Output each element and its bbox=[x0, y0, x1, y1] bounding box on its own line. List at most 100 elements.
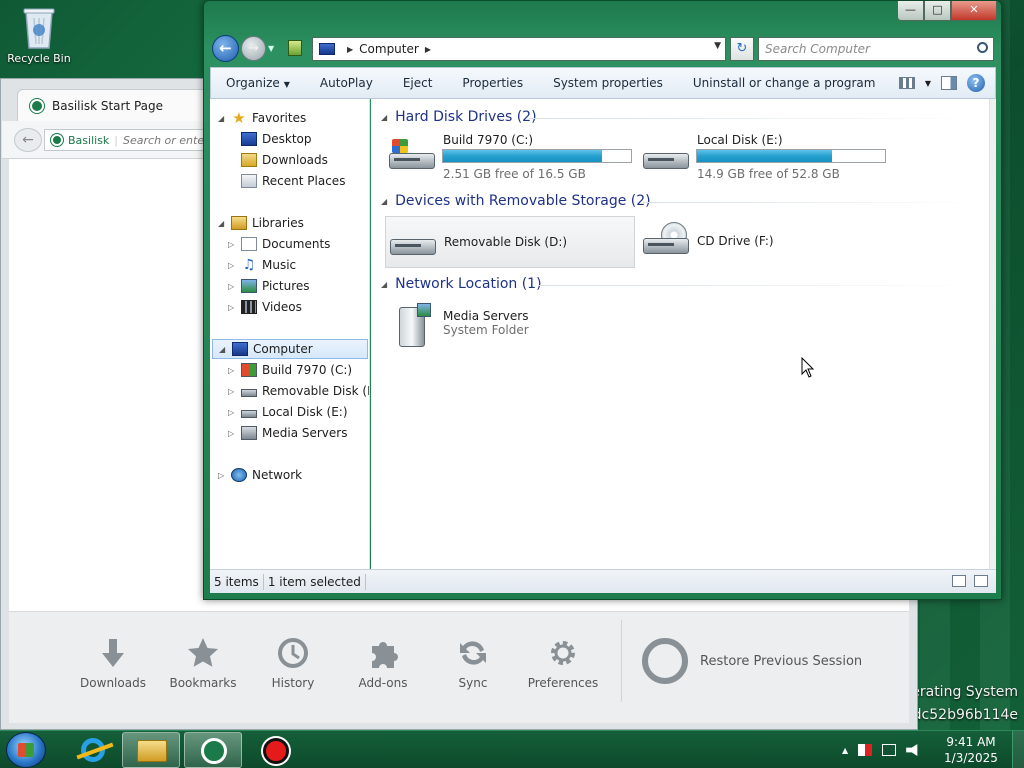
tree-documents[interactable]: ▷ Documents bbox=[228, 234, 330, 254]
organize-button[interactable]: Organize ▼ bbox=[211, 76, 305, 90]
start-button[interactable] bbox=[6, 732, 46, 768]
launcher-sync-button[interactable]: Sync bbox=[428, 636, 518, 690]
tree-media-servers[interactable]: ▷ Media Servers bbox=[228, 423, 347, 443]
restore-session-button[interactable]: Restore Previous Session bbox=[621, 620, 862, 702]
explorer-window[interactable]: — □ ✕ ← → ▼ ▶ Computer ▶ ▼ ↻ Search Comp… bbox=[203, 0, 1002, 600]
launcher-bookmarks-button[interactable]: Bookmarks bbox=[158, 636, 248, 690]
drive-e-item[interactable]: Local Disk (E:) 14.9 GB free of 52.8 GB bbox=[639, 131, 889, 183]
show-hidden-icons-button[interactable]: ▲ bbox=[842, 746, 848, 755]
tree-collapsed-icon[interactable]: ▷ bbox=[228, 261, 238, 270]
eject-button[interactable]: Eject bbox=[388, 76, 448, 90]
launcher-history-button[interactable]: History bbox=[248, 636, 338, 690]
tree-videos[interactable]: ▷ Videos bbox=[228, 297, 302, 317]
record-icon bbox=[263, 738, 289, 764]
tree-desktop[interactable]: Desktop bbox=[228, 129, 312, 149]
breadcrumb-computer[interactable]: Computer bbox=[359, 42, 419, 56]
close-button[interactable]: ✕ bbox=[951, 1, 997, 21]
recycle-bin-label: Recycle Bin bbox=[7, 52, 71, 65]
tree-collapsed-icon[interactable]: ▷ bbox=[228, 408, 238, 417]
tree-expanded-icon[interactable]: ◢ bbox=[218, 219, 228, 228]
tree-collapsed-icon[interactable]: ▷ bbox=[228, 303, 238, 312]
launcher-preferences-button[interactable]: Preferences bbox=[518, 636, 608, 690]
group-header-network[interactable]: ◢ Network Location (1) bbox=[381, 274, 542, 294]
change-view-icon[interactable] bbox=[898, 77, 915, 89]
group-header-hdd[interactable]: ◢ Hard Disk Drives (2) bbox=[381, 107, 537, 127]
taskbar-ie-button[interactable] bbox=[62, 732, 120, 768]
tree-collapsed-icon[interactable]: ▷ bbox=[228, 240, 238, 249]
volume-icon[interactable] bbox=[906, 744, 918, 756]
drive-name: Build 7970 (C:) bbox=[443, 133, 534, 147]
address-dropdown-icon[interactable]: ▼ bbox=[714, 41, 721, 51]
tree-recent-places[interactable]: Recent Places bbox=[228, 171, 345, 191]
tree-pictures[interactable]: ▷ Pictures bbox=[228, 276, 310, 296]
tree-collapsed-icon[interactable]: ▷ bbox=[228, 282, 238, 291]
hard-drive-icon bbox=[241, 409, 257, 418]
tree-label: Libraries bbox=[252, 216, 304, 230]
breadcrumb-arrow-icon[interactable]: ▶ bbox=[347, 45, 353, 54]
tree-collapsed-icon[interactable]: ▷ bbox=[228, 387, 238, 396]
tree-removable-drive[interactable]: ▷ Removable Disk (D:) bbox=[228, 381, 369, 401]
group-collapse-icon[interactable]: ◢ bbox=[381, 113, 387, 122]
drive-name: CD Drive (F:) bbox=[697, 234, 774, 248]
drive-f-item[interactable]: CD Drive (F:) bbox=[639, 216, 889, 268]
autoplay-button[interactable]: AutoPlay bbox=[305, 76, 388, 90]
uninstall-program-button[interactable]: Uninstall or change a program bbox=[678, 76, 891, 90]
tree-label: Documents bbox=[262, 237, 331, 251]
start-page-launcher: Downloads Bookmarks History Add-ons Sync bbox=[9, 611, 909, 723]
tiles-view-icon[interactable] bbox=[974, 575, 988, 587]
taskbar-explorer-button[interactable] bbox=[122, 732, 180, 768]
group-collapse-icon[interactable]: ◢ bbox=[381, 197, 387, 206]
properties-button[interactable]: Properties bbox=[447, 76, 538, 90]
tree-downloads[interactable]: Downloads bbox=[228, 150, 328, 170]
back-button[interactable]: ← bbox=[212, 35, 239, 62]
minimize-button[interactable]: — bbox=[897, 1, 924, 21]
address-bar[interactable]: ▶ Computer ▶ ▼ bbox=[312, 37, 726, 61]
tree-collapsed-icon[interactable]: ▷ bbox=[228, 366, 238, 375]
show-desktop-button[interactable] bbox=[1012, 731, 1024, 768]
action-center-icon[interactable] bbox=[858, 744, 873, 756]
tree-label: Removable Disk (D:) bbox=[262, 384, 369, 398]
clock[interactable]: 9:41 AM 1/3/2025 bbox=[940, 734, 1002, 766]
search-input[interactable]: Search Computer bbox=[758, 37, 994, 61]
taskbar-basilisk-button[interactable] bbox=[184, 732, 242, 768]
browser-back-button[interactable]: ← bbox=[14, 128, 42, 152]
media-servers-item[interactable]: Media Servers System Folder bbox=[385, 299, 635, 351]
tree-network[interactable]: ▷ Network bbox=[218, 465, 302, 485]
launcher-addons-button[interactable]: Add-ons bbox=[338, 636, 428, 690]
launcher-preferences-label: Preferences bbox=[527, 676, 599, 690]
tree-expanded-icon[interactable]: ◢ bbox=[218, 114, 228, 123]
site-identity-icon bbox=[51, 134, 63, 146]
drive-c-item[interactable]: Build 7970 (C:) 2.51 GB free of 16.5 GB bbox=[385, 131, 635, 183]
network-tray-icon[interactable] bbox=[882, 744, 897, 756]
help-icon[interactable]: ? bbox=[967, 74, 985, 92]
tree-collapsed-icon[interactable]: ▷ bbox=[228, 429, 238, 438]
tree-label: Media Servers bbox=[262, 426, 348, 440]
recycle-bin-shortcut[interactable]: Recycle Bin bbox=[4, 6, 74, 65]
maximize-button[interactable]: □ bbox=[924, 1, 951, 21]
content-scrollbar[interactable] bbox=[989, 99, 996, 569]
preview-pane-icon[interactable] bbox=[941, 76, 957, 90]
forward-button[interactable]: → bbox=[241, 36, 266, 61]
breadcrumb-arrow-icon[interactable]: ▶ bbox=[425, 45, 431, 54]
tree-favorites[interactable]: ◢ ★ Favorites bbox=[218, 108, 306, 128]
launcher-downloads-button[interactable]: Downloads bbox=[68, 636, 158, 690]
tree-music[interactable]: ▷ ♫ Music bbox=[228, 255, 296, 275]
tree-libraries[interactable]: ◢ Libraries bbox=[218, 213, 304, 233]
refresh-button[interactable]: ↻ bbox=[730, 37, 754, 61]
drive-d-item[interactable]: Removable Disk (D:) bbox=[385, 216, 635, 268]
tree-build-drive[interactable]: ▷ Build 7970 (C:) bbox=[228, 360, 352, 380]
group-collapse-icon[interactable]: ◢ bbox=[381, 280, 387, 289]
details-view-icon[interactable] bbox=[952, 575, 966, 587]
taskbar-recorder-button[interactable] bbox=[246, 732, 304, 768]
recent-pages-dropdown[interactable]: ▼ bbox=[268, 44, 274, 53]
tree-local-drive[interactable]: ▷ Local Disk (E:) bbox=[228, 402, 348, 422]
group-header-removable[interactable]: ◢ Devices with Removable Storage (2) bbox=[381, 191, 651, 211]
view-dropdown-icon[interactable]: ▼ bbox=[925, 79, 931, 88]
restore-session-icon bbox=[642, 638, 688, 684]
system-properties-button[interactable]: System properties bbox=[538, 76, 678, 90]
browser-tab[interactable]: Basilisk Start Page bbox=[17, 89, 213, 121]
tree-expanded-icon[interactable]: ◢ bbox=[219, 345, 229, 354]
tree-collapsed-icon[interactable]: ▷ bbox=[218, 471, 228, 480]
tree-computer[interactable]: ◢ Computer bbox=[212, 339, 368, 359]
os-watermark-line2: 2dc52b96b114e bbox=[903, 707, 1018, 723]
